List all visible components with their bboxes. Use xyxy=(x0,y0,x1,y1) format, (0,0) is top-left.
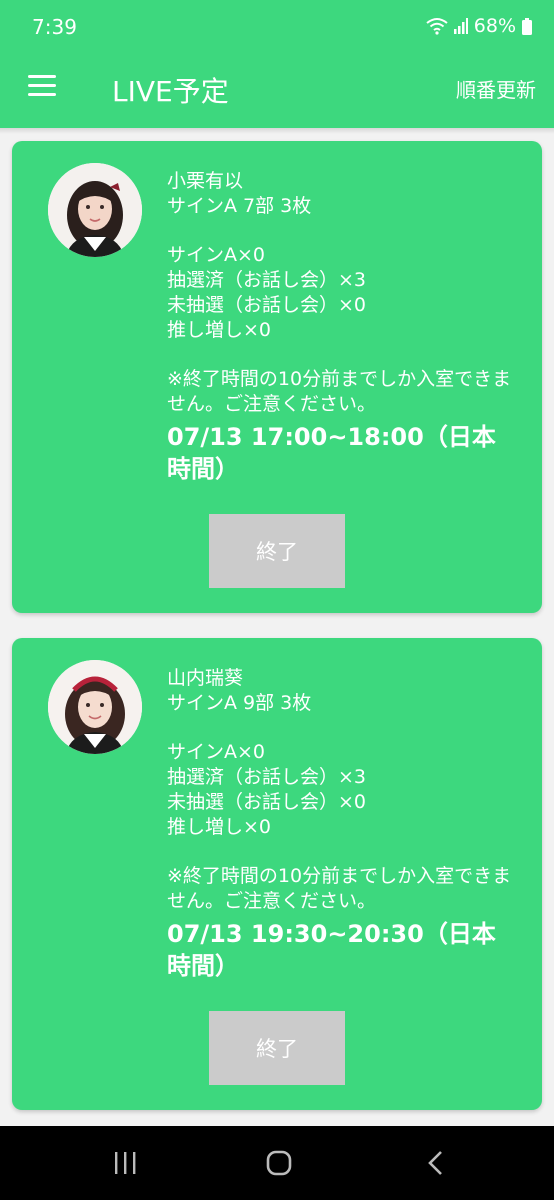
entry-notice: ※終了時間の10分前までしか入室できません。ご注意ください。 xyxy=(167,368,512,415)
page-title: LIVE予定 xyxy=(112,75,229,108)
app-bar: LIVE予定 順番更新 xyxy=(0,52,554,128)
system-nav-bar xyxy=(0,1126,554,1200)
entry-notice: ※終了時間の10分前までしか入室できません。ご注意ください。 xyxy=(167,865,512,912)
card-info: 小栗有以 サインA 7部 3枚 サインA×0 抽選済（お話し会）×3 未抽選（お… xyxy=(167,169,517,485)
live-schedule-card: 山内瑞葵 サインA 9部 3枚 サインA×0 抽選済（お話し会）×3 未抽選（お… xyxy=(12,638,542,1110)
status-icons: 68% xyxy=(426,15,532,37)
battery-percent: 68% xyxy=(473,15,516,37)
recent-apps-icon[interactable] xyxy=(95,1144,155,1184)
live-schedule-card: 小栗有以 サインA 7部 3枚 サインA×0 抽選済（お話し会）×3 未抽選（お… xyxy=(12,141,542,613)
signal-icon xyxy=(453,18,468,34)
home-icon[interactable] xyxy=(249,1144,309,1184)
session-detail: サインA 7部 3枚 xyxy=(167,195,312,217)
battery-icon xyxy=(522,17,532,35)
count-oshimashi: 推し増し×0 xyxy=(167,319,272,341)
session-detail: サインA 9部 3枚 xyxy=(167,692,312,714)
count-oshimashi: 推し増し×0 xyxy=(167,816,272,838)
reorder-refresh-button[interactable]: 順番更新 xyxy=(456,74,536,103)
count-drawn: 抽選済（お話し会）×3 xyxy=(167,269,367,291)
card-info: 山内瑞葵 サインA 9部 3枚 サインA×0 抽選済（お話し会）×3 未抽選（お… xyxy=(167,666,517,982)
ended-button[interactable]: 終了 xyxy=(209,514,345,588)
count-sign-a: サインA×0 xyxy=(167,244,266,266)
member-avatar xyxy=(48,163,142,257)
member-avatar xyxy=(48,660,142,754)
status-bar: 7:39 68% xyxy=(0,0,554,52)
wifi-icon xyxy=(426,18,448,35)
live-time: 07/13 17:00~18:00（日本時間） xyxy=(167,423,496,483)
member-name: 山内瑞葵 xyxy=(167,667,244,689)
header-shadow xyxy=(0,128,554,134)
count-drawn: 抽選済（お話し会）×3 xyxy=(167,766,367,788)
count-sign-a: サインA×0 xyxy=(167,741,266,763)
app-header: 7:39 68% LIVE予定 順番更新 xyxy=(0,0,554,128)
count-undrawn: 未抽選（お話し会）×0 xyxy=(167,294,367,316)
status-time: 7:39 xyxy=(32,15,77,39)
live-time: 07/13 19:30~20:30（日本時間） xyxy=(167,920,496,980)
member-name: 小栗有以 xyxy=(167,170,244,192)
ended-button[interactable]: 終了 xyxy=(209,1011,345,1085)
back-icon[interactable] xyxy=(405,1144,465,1184)
count-undrawn: 未抽選（お話し会）×0 xyxy=(167,791,367,813)
hamburger-menu-icon[interactable] xyxy=(26,71,60,101)
